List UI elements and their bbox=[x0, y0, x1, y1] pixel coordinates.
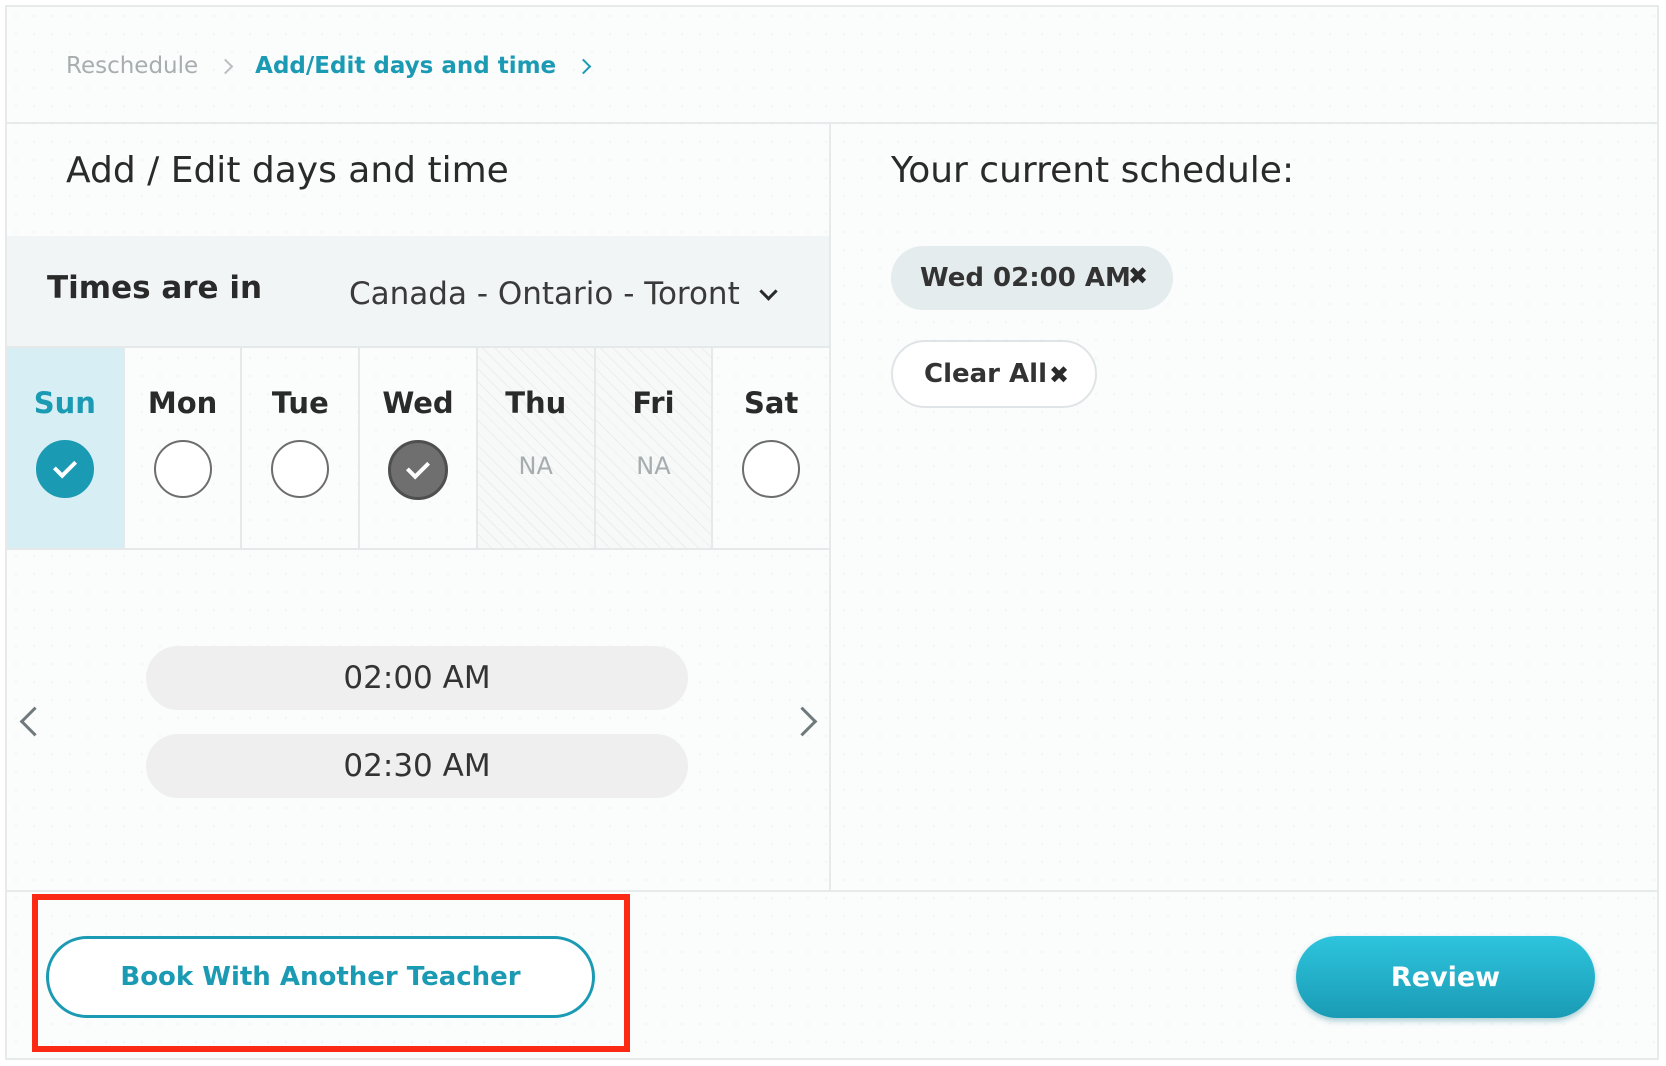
timezone-value: Canada - Ontario - Toront bbox=[349, 276, 740, 312]
day-thu: Thu NA bbox=[477, 348, 596, 548]
day-checkbox[interactable] bbox=[271, 440, 330, 498]
day-label: Mon bbox=[147, 386, 218, 420]
check-icon bbox=[405, 455, 431, 480]
day-tue[interactable]: Tue bbox=[242, 348, 361, 548]
chevron-right-icon bbox=[575, 58, 592, 74]
breadcrumb: Reschedule Add/Edit days and time bbox=[66, 40, 613, 92]
day-label: Thu bbox=[505, 386, 567, 420]
day-label: Wed bbox=[382, 386, 454, 420]
review-button[interactable]: Review bbox=[1296, 936, 1595, 1018]
chip-label: Wed 02:00 AM bbox=[920, 263, 1131, 293]
breadcrumb-add-edit[interactable]: Add/Edit days and time bbox=[255, 53, 556, 79]
breadcrumb-reschedule[interactable]: Reschedule bbox=[66, 53, 198, 79]
day-mon[interactable]: Mon bbox=[125, 348, 243, 548]
clear-all-label: Clear All bbox=[924, 359, 1047, 389]
day-label: Tue bbox=[271, 386, 329, 420]
day-label: Sun bbox=[33, 386, 96, 420]
close-icon[interactable]: ✖ bbox=[1128, 262, 1148, 290]
day-wed[interactable]: Wed bbox=[360, 348, 478, 548]
time-slot[interactable]: 02:30 AM bbox=[146, 734, 688, 798]
chevron-right-icon bbox=[217, 58, 234, 74]
day-selector: Sun Mon Tue Wed Thu NA Fri NA Sat bbox=[7, 348, 829, 550]
schedule-title: Your current schedule: bbox=[891, 150, 1295, 191]
timezone-label: Times are in bbox=[47, 270, 263, 306]
day-checkbox[interactable] bbox=[742, 440, 801, 498]
day-checkbox[interactable] bbox=[388, 440, 449, 500]
check-icon bbox=[52, 454, 77, 479]
day-label: Sat bbox=[744, 386, 799, 420]
close-icon: ✖ bbox=[1049, 361, 1070, 389]
day-label: Fri bbox=[632, 386, 675, 420]
day-checkbox[interactable] bbox=[35, 440, 94, 498]
timezone-bar: Times are in Canada - Ontario - Toront bbox=[7, 236, 829, 348]
day-checkbox[interactable] bbox=[153, 440, 212, 498]
unavailable-text: NA bbox=[636, 452, 671, 480]
divider bbox=[5, 890, 1659, 892]
chevron-down-icon bbox=[759, 281, 778, 301]
divider bbox=[5, 122, 1659, 124]
unavailable-text: NA bbox=[518, 452, 553, 480]
clear-all-button[interactable]: Clear All ✖ bbox=[891, 340, 1097, 408]
book-another-teacher-button[interactable]: Book With Another Teacher bbox=[46, 936, 595, 1018]
day-sun[interactable]: Sun bbox=[7, 348, 125, 548]
divider bbox=[829, 122, 831, 892]
time-slot[interactable]: 02:00 AM bbox=[146, 646, 688, 710]
schedule-chip: Wed 02:00 AM ✖ bbox=[891, 246, 1173, 310]
day-sat[interactable]: Sat bbox=[713, 348, 829, 548]
day-fri: Fri NA bbox=[595, 348, 714, 548]
timezone-select[interactable]: Canada - Ontario - Toront bbox=[349, 276, 778, 312]
panel-title: Add / Edit days and time bbox=[66, 150, 509, 191]
